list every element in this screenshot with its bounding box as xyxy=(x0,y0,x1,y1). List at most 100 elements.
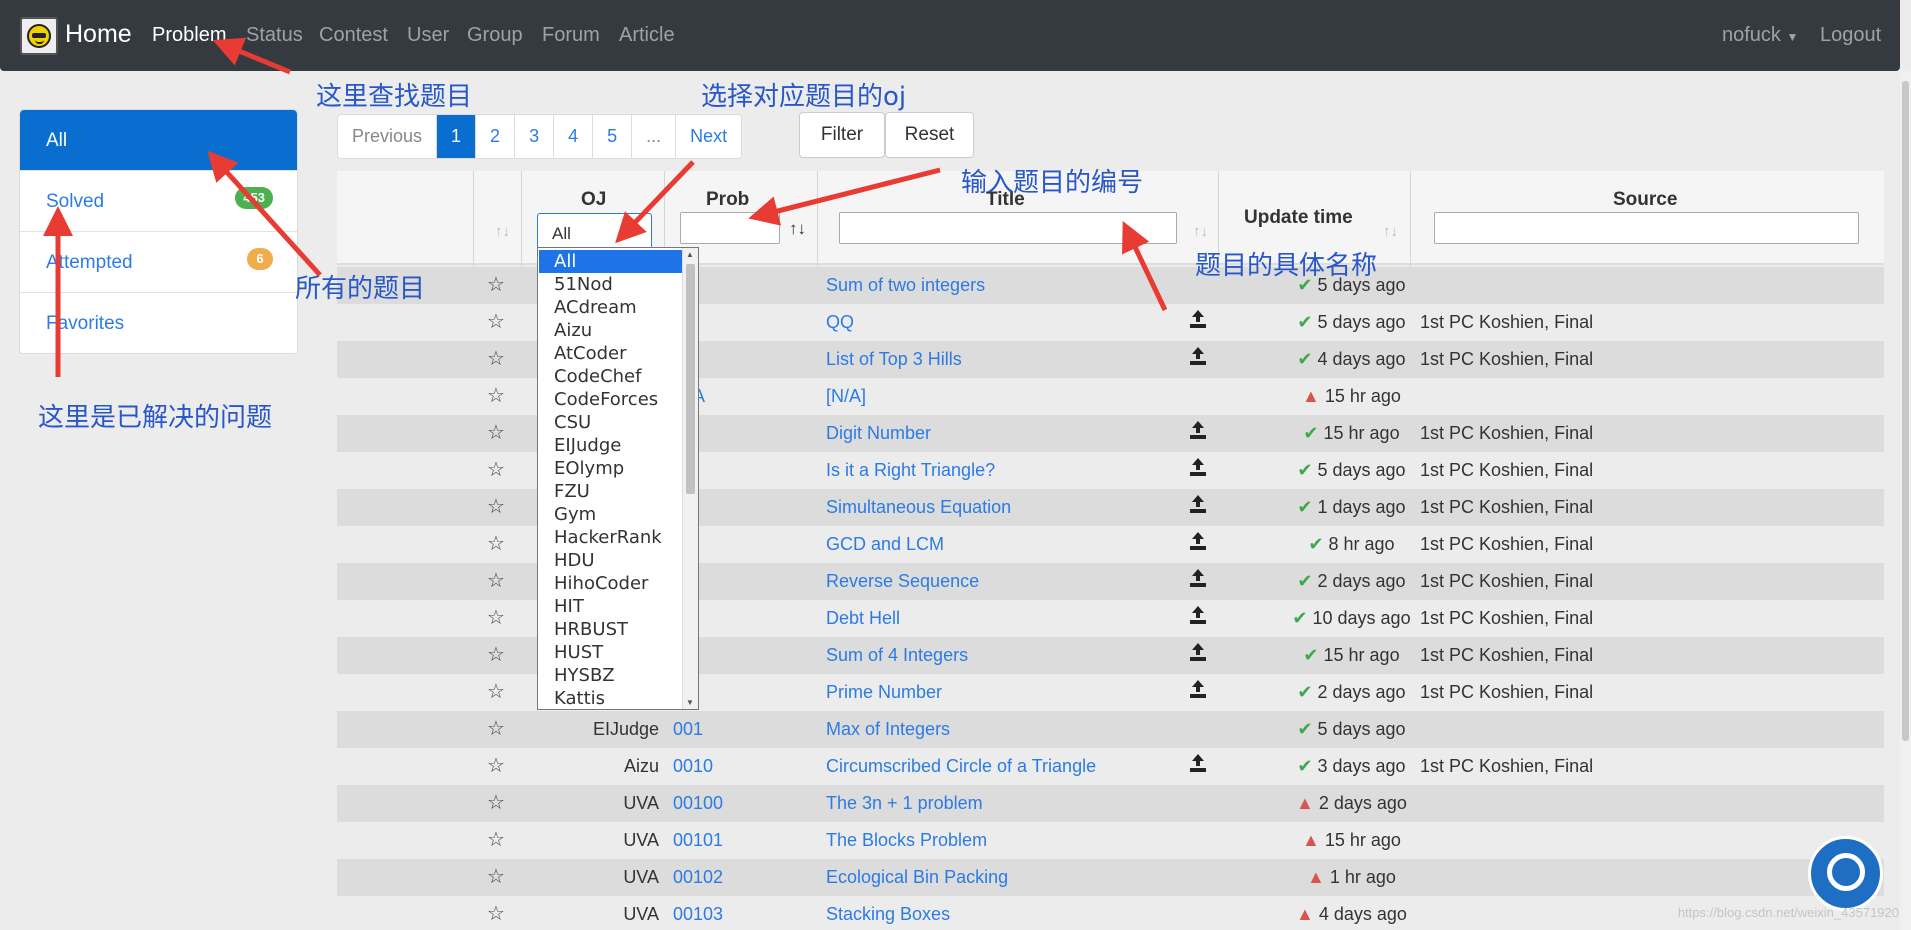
oj-option-all[interactable]: All xyxy=(539,250,682,273)
user-menu-dropdown[interactable]: nofuck ▼ xyxy=(1722,24,1798,47)
row-title-link[interactable]: Reverse Sequence xyxy=(826,571,979,592)
favorite-star-icon[interactable]: ☆ xyxy=(487,753,505,778)
column-header-prob[interactable]: Prob xyxy=(706,189,749,211)
oj-option-hust[interactable]: HUST xyxy=(539,641,682,664)
dropdown-scrollbar[interactable]: ▲ ▼ xyxy=(682,248,698,709)
favorite-star-icon[interactable]: ☆ xyxy=(487,568,505,593)
row-title-link[interactable]: [N/A] xyxy=(826,386,866,407)
row-prob-link[interactable]: 0010 xyxy=(673,756,713,777)
row-title-link[interactable]: The 3n + 1 problem xyxy=(826,793,983,814)
favorite-star-icon[interactable]: ☆ xyxy=(487,679,505,704)
upload-icon[interactable] xyxy=(1189,309,1207,329)
scroll-up-icon[interactable]: ▲ xyxy=(686,250,694,259)
oj-option-atcoder[interactable]: AtCoder xyxy=(539,342,682,365)
sidebar-item-solved[interactable]: Solved 453 xyxy=(20,171,297,232)
row-title-link[interactable]: QQ xyxy=(826,312,854,333)
row-title-link[interactable]: Digit Number xyxy=(826,423,931,444)
oj-option-hackerrank[interactable]: HackerRank xyxy=(539,526,682,549)
upload-icon[interactable] xyxy=(1189,568,1207,588)
sidebar-item-attempted[interactable]: Attempted 6 xyxy=(20,232,297,293)
oj-option-codechef[interactable]: CodeChef xyxy=(539,365,682,388)
pagination-previous[interactable]: Previous xyxy=(338,115,438,158)
oj-option-kattis[interactable]: Kattis xyxy=(539,687,682,710)
favorite-star-icon[interactable]: ☆ xyxy=(487,864,505,889)
row-prob-link[interactable]: 00103 xyxy=(673,904,723,925)
upload-icon[interactable] xyxy=(1189,494,1207,514)
upload-icon[interactable] xyxy=(1189,531,1207,551)
row-prob-link[interactable]: 001 xyxy=(673,719,703,740)
favorite-star-icon[interactable]: ☆ xyxy=(487,494,505,519)
oj-option-hihocoder[interactable]: HihoCoder xyxy=(539,572,682,595)
row-title-link[interactable]: Max of Integers xyxy=(826,719,950,740)
upload-icon[interactable] xyxy=(1189,457,1207,477)
sort-icon[interactable]: ↑↓ xyxy=(495,223,510,240)
nav-group-link[interactable]: Group xyxy=(467,24,523,47)
favorite-star-icon[interactable]: ☆ xyxy=(487,309,505,334)
title-search-input[interactable] xyxy=(839,212,1177,244)
source-search-input[interactable] xyxy=(1434,212,1859,244)
brand-logo-icon[interactable] xyxy=(20,17,58,55)
nav-problem-link[interactable]: Problem xyxy=(152,24,226,47)
favorite-star-icon[interactable]: ☆ xyxy=(487,642,505,667)
upload-icon[interactable] xyxy=(1189,642,1207,662)
oj-option-hysbz[interactable]: HYSBZ xyxy=(539,664,682,687)
row-title-link[interactable]: Circumscribed Circle of a Triangle xyxy=(826,756,1096,777)
oj-option-acdream[interactable]: ACdream xyxy=(539,296,682,319)
oj-option-hit[interactable]: HIT xyxy=(539,595,682,618)
pagination-page-2[interactable]: 2 xyxy=(476,115,516,158)
upload-icon[interactable] xyxy=(1189,605,1207,625)
pagination-page-4[interactable]: 4 xyxy=(554,115,594,158)
row-title-link[interactable]: Sum of 4 Integers xyxy=(826,645,968,666)
nav-article-link[interactable]: Article xyxy=(619,24,675,47)
reset-button[interactable]: Reset xyxy=(885,112,974,158)
favorite-star-icon[interactable]: ☆ xyxy=(487,383,505,408)
nav-status-link[interactable]: Status xyxy=(246,24,303,47)
nav-user-link[interactable]: User xyxy=(407,24,449,47)
row-title-link[interactable]: Prime Number xyxy=(826,682,942,703)
oj-option-eijudge[interactable]: EIJudge xyxy=(539,434,682,457)
favorite-star-icon[interactable]: ☆ xyxy=(487,605,505,630)
nav-home-link[interactable]: Home xyxy=(65,20,132,49)
row-title-link[interactable]: GCD and LCM xyxy=(826,534,944,555)
sort-icon[interactable]: ↑↓ xyxy=(1193,223,1208,240)
oj-select[interactable]: All xyxy=(537,213,652,249)
oj-option-aizu[interactable]: Aizu xyxy=(539,319,682,342)
upload-icon[interactable] xyxy=(1189,753,1207,773)
page-scrollbar[interactable] xyxy=(1900,71,1911,930)
sidebar-item-favorites[interactable]: Favorites xyxy=(20,293,297,354)
favorite-star-icon[interactable]: ☆ xyxy=(487,827,505,852)
sidebar-item-all[interactable]: All xyxy=(20,110,297,171)
nav-forum-link[interactable]: Forum xyxy=(542,24,600,47)
sort-icon[interactable]: ↑↓ xyxy=(1383,223,1398,240)
row-title-link[interactable]: List of Top 3 Hills xyxy=(826,349,962,370)
row-prob-link[interactable]: 00102 xyxy=(673,867,723,888)
column-header-update-time[interactable]: Update time xyxy=(1244,207,1353,229)
oj-option-fzu[interactable]: FZU xyxy=(539,480,682,503)
row-title-link[interactable]: Stacking Boxes xyxy=(826,904,950,925)
prob-number-input[interactable] xyxy=(680,212,780,244)
row-title-link[interactable]: Sum of two integers xyxy=(826,275,985,296)
oj-option-eolymp[interactable]: EOlymp xyxy=(539,457,682,480)
pagination-page-1[interactable]: 1 xyxy=(437,115,477,158)
oj-option-hdu[interactable]: HDU xyxy=(539,549,682,572)
favorite-star-icon[interactable]: ☆ xyxy=(487,716,505,741)
customer-service-icon[interactable] xyxy=(1808,836,1883,911)
oj-option-gym[interactable]: Gym xyxy=(539,503,682,526)
pagination-page-5[interactable]: 5 xyxy=(593,115,633,158)
oj-option-codeforces[interactable]: CodeForces xyxy=(539,388,682,411)
row-title-link[interactable]: Simultaneous Equation xyxy=(826,497,1011,518)
row-title-link[interactable]: The Blocks Problem xyxy=(826,830,987,851)
filter-button[interactable]: Filter xyxy=(799,112,885,158)
row-prob-link[interactable]: 00101 xyxy=(673,830,723,851)
row-title-link[interactable]: Debt Hell xyxy=(826,608,900,629)
favorite-star-icon[interactable]: ☆ xyxy=(487,272,505,297)
upload-icon[interactable] xyxy=(1189,420,1207,440)
row-title-link[interactable]: Ecological Bin Packing xyxy=(826,867,1008,888)
row-title-link[interactable]: Is it a Right Triangle? xyxy=(826,460,995,481)
favorite-star-icon[interactable]: ☆ xyxy=(487,531,505,556)
favorite-star-icon[interactable]: ☆ xyxy=(487,457,505,482)
favorite-star-icon[interactable]: ☆ xyxy=(487,901,505,926)
row-prob-link[interactable]: 00100 xyxy=(673,793,723,814)
favorite-star-icon[interactable]: ☆ xyxy=(487,790,505,815)
oj-option-hrbust[interactable]: HRBUST xyxy=(539,618,682,641)
